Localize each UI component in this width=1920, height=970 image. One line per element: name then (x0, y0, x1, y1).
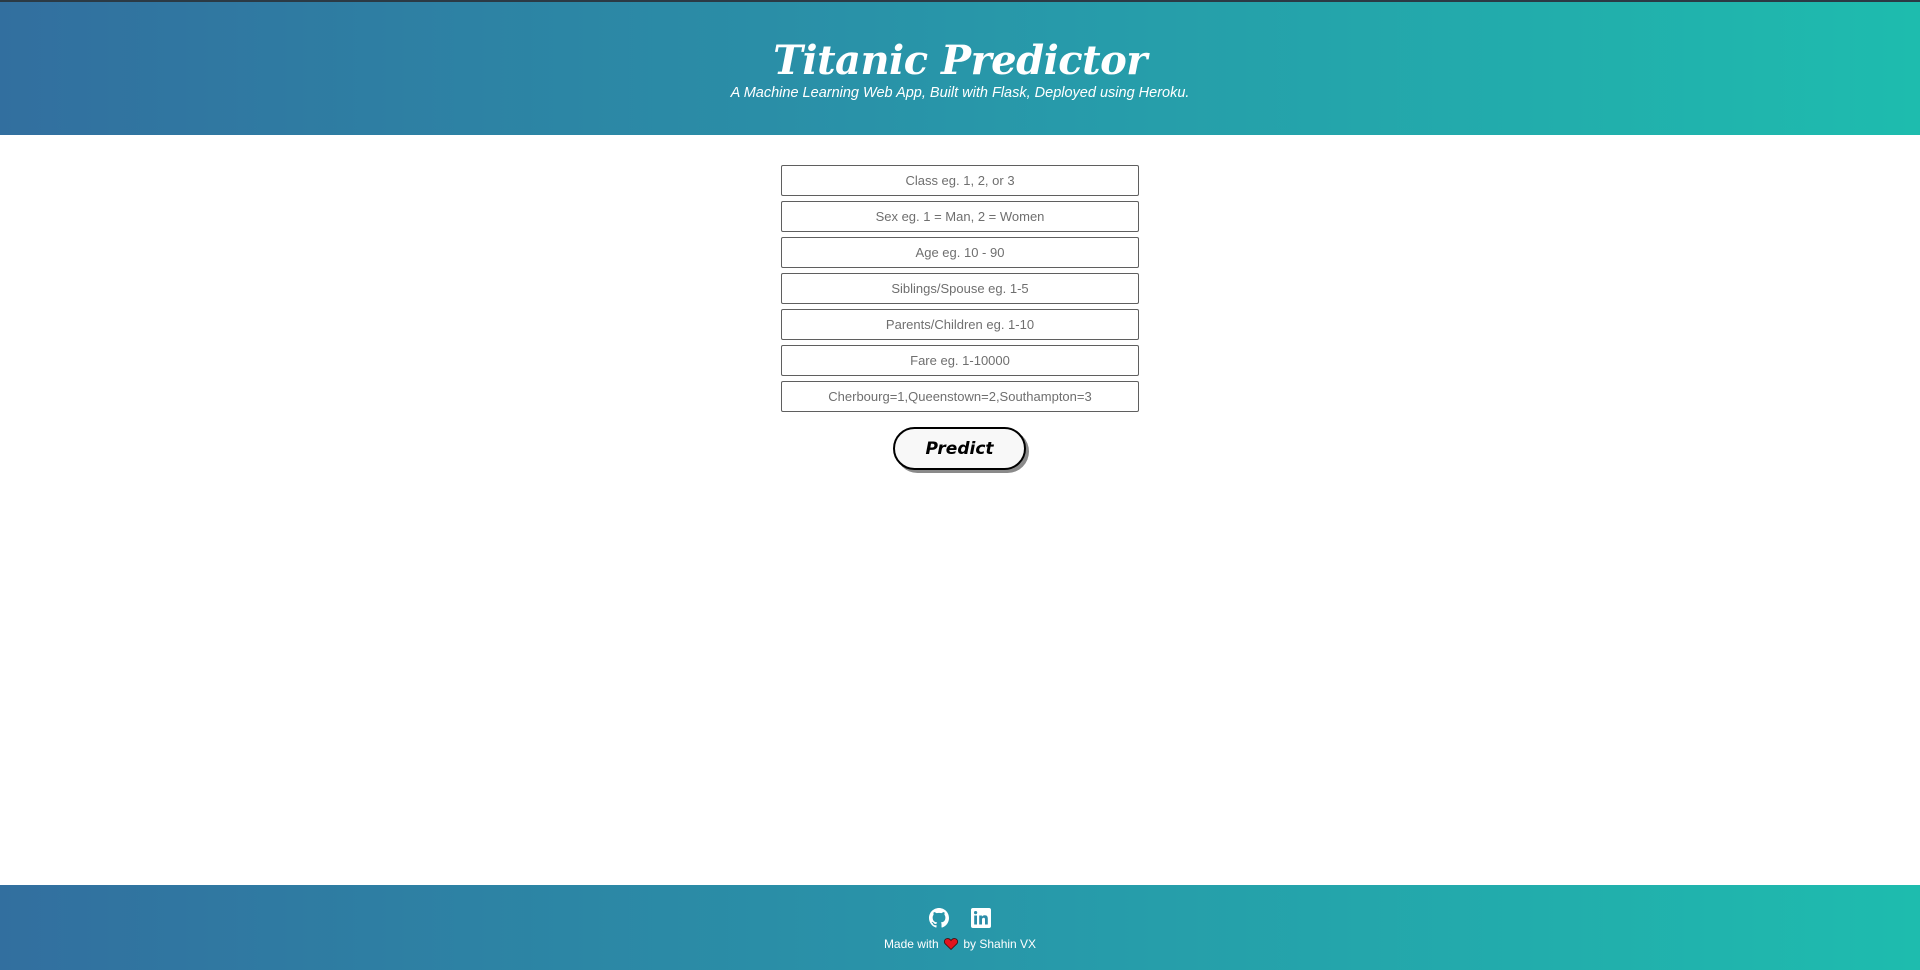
made-with-text: Made with (883, 937, 939, 951)
class-input[interactable] (781, 165, 1139, 196)
predict-button[interactable]: Predict (893, 427, 1026, 470)
sex-input[interactable] (781, 201, 1139, 232)
age-input[interactable] (781, 237, 1139, 268)
siblings-spouse-input[interactable] (781, 273, 1139, 304)
linkedin-link[interactable] (971, 908, 992, 928)
linkedin-icon (971, 908, 992, 928)
social-links (0, 908, 1920, 928)
embarked-input[interactable] (781, 381, 1139, 412)
author-credit: by Shahin VX (963, 937, 1037, 951)
github-icon (928, 908, 949, 928)
github-link[interactable] (928, 908, 949, 928)
made-with-credit: Made with by Shahin VX (0, 937, 1920, 951)
header-banner: Titanic Predictor A Machine Learning Web… (0, 0, 1920, 135)
prediction-form (781, 165, 1139, 417)
heart-icon (943, 938, 958, 950)
page: Titanic Predictor A Machine Learning Web… (0, 0, 1920, 970)
parents-children-input[interactable] (781, 309, 1139, 340)
footer-banner: Made with by Shahin VX (0, 885, 1920, 970)
fare-input[interactable] (781, 345, 1139, 376)
page-title: Titanic Predictor (773, 37, 1147, 84)
page-subtitle: A Machine Learning Web App, Built with F… (730, 85, 1190, 101)
